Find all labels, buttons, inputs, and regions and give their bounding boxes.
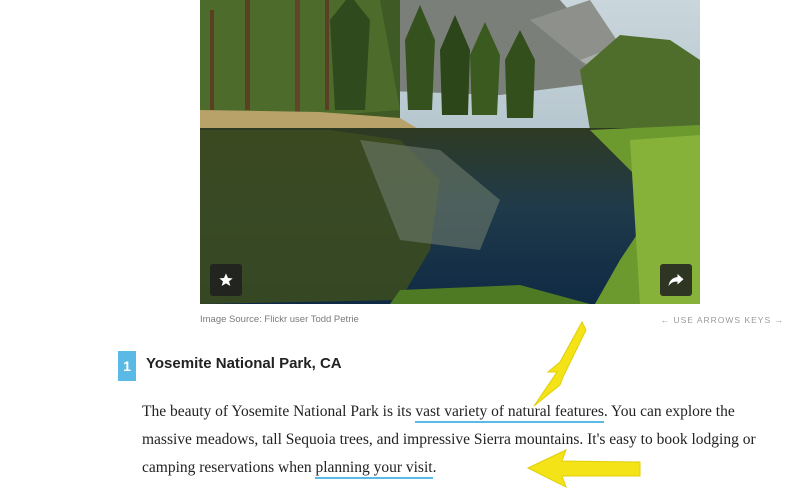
share-arrow-icon <box>668 274 684 286</box>
park-photo <box>200 0 700 304</box>
annotation-arrow-up <box>533 320 587 407</box>
yosemite-landscape-image <box>200 0 700 304</box>
favorite-button[interactable] <box>210 264 242 296</box>
share-button[interactable] <box>660 264 692 296</box>
planning-visit-link[interactable]: planning your visit <box>315 459 433 479</box>
description-text: . <box>432 459 437 476</box>
star-icon <box>219 273 233 286</box>
image-source-caption: Image Source: Flickr user Todd Petrie <box>200 314 359 325</box>
natural-features-link[interactable]: vast variety of natural features <box>415 403 604 423</box>
arrow-keys-hint: ← USE ARROWS KEYS → <box>660 315 784 325</box>
description-text: The beauty of Yosemite National Park is … <box>142 403 416 420</box>
listing-description: The beauty of Yosemite National Park is … <box>142 398 762 482</box>
list-number-badge: 1 <box>118 351 136 381</box>
listing-title: Yosemite National Park, CA <box>146 355 342 372</box>
